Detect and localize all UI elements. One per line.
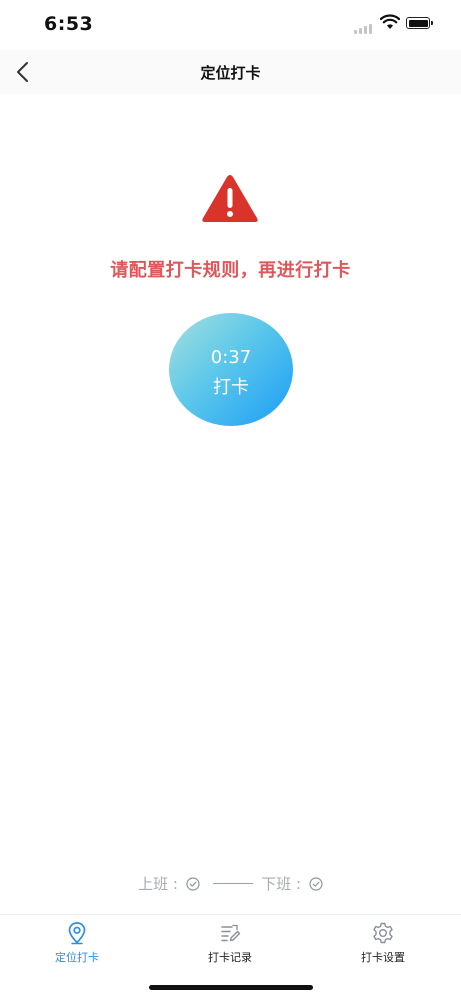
tab-label: 打卡设置 [361,951,405,964]
screen: 6:53 定位打卡 请配置打卡规则，再进行打卡 0:37 打卡 上班: 下班 … [0,0,461,998]
separator-line [212,883,253,884]
records-icon [221,924,241,942]
check-circle-icon [186,876,200,891]
punch-button[interactable]: 0:37 打卡 [169,313,293,426]
location-pin-icon [68,922,86,945]
tab-punch-settings[interactable]: 打卡设置 [333,921,433,969]
battery-icon [406,17,433,29]
off-duty-label: 下班 : [261,875,302,893]
on-duty-label: 上班 : [138,875,178,893]
nav-bar: 定位打卡 [0,50,461,94]
status-bar: 6:53 [0,0,461,50]
cellular-signal-icon [354,24,376,34]
punch-label: 打卡 [213,377,249,398]
warning-message: 请配置打卡规则，再进行打卡 [110,260,351,281]
wifi-icon [380,14,400,29]
warning-triangle-icon [202,175,258,222]
shift-status-row: 上班 : 下班 : [0,873,461,894]
tab-label: 定位打卡 [55,951,99,964]
tab-label: 打卡记录 [208,951,252,964]
check-circle-icon [309,876,323,891]
tab-punch-records[interactable]: 打卡记录 [180,921,280,969]
gear-icon [373,922,393,944]
tab-location-punch[interactable]: 定位打卡 [27,921,127,969]
status-time: 6:53 [44,13,94,35]
tab-bar: 定位打卡 打卡记录 打卡设置 [0,914,461,998]
page-title: 定位打卡 [200,64,261,82]
home-indicator [149,985,313,990]
punch-time: 0:37 [210,347,252,368]
